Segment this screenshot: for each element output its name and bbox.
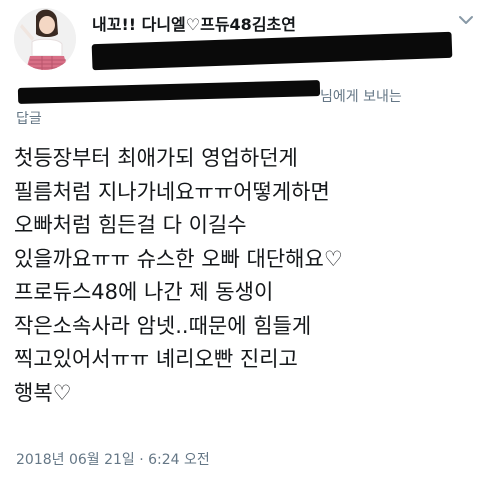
tweet-text-line: 오빠처럼 힘든걸 다 이길수 [14, 213, 247, 237]
redaction-bar-handle [91, 31, 453, 71]
avatar-image-icon [14, 8, 76, 70]
reply-to-label: 답글 [16, 111, 42, 127]
tweet-text-line: 작은소속사라 암넷..때문에 힘들게 [14, 313, 312, 338]
tweet-text-line: 찍고있어서ㅠㅠ 녜리오빤 진리고 [14, 347, 298, 371]
tweet-card: 내꼬!! 다니엘♡프듀48김초연 님에게 보내는 답글 첫등장부터 최애가되 영… [0, 0, 480, 478]
chevron-down-icon[interactable] [456, 10, 476, 30]
display-name[interactable]: 내꼬!! 다니엘♡프듀48김초연 [92, 11, 296, 35]
redaction-bar-reply [17, 80, 321, 104]
tweet-text-line: 첫등장부터 최애가되 영업하던게 [14, 146, 298, 170]
timestamp[interactable]: 2018년 06월 21일 · 6:24 오전 [16, 449, 210, 469]
tweet-text: 첫등장부터 최애가되 영업하던게 필름처럼 지나가네요ㅠㅠ어떻게하면 오빠처럼 … [14, 142, 474, 410]
reply-to-suffix: 님에게 보내는 [320, 89, 402, 105]
tweet-text-line: 있을까요ㅠㅠ 슈스한 오빠 대단해요♡ [14, 246, 343, 271]
avatar[interactable] [14, 8, 76, 70]
tweet-text-line: 행복♡ [14, 380, 72, 405]
tweet-text-line: 필름처럼 지나가네요ㅠㅠ어떻게하면 [14, 179, 330, 204]
tweet-text-line: 프로듀스48에 나간 제 동생이 [14, 280, 274, 304]
